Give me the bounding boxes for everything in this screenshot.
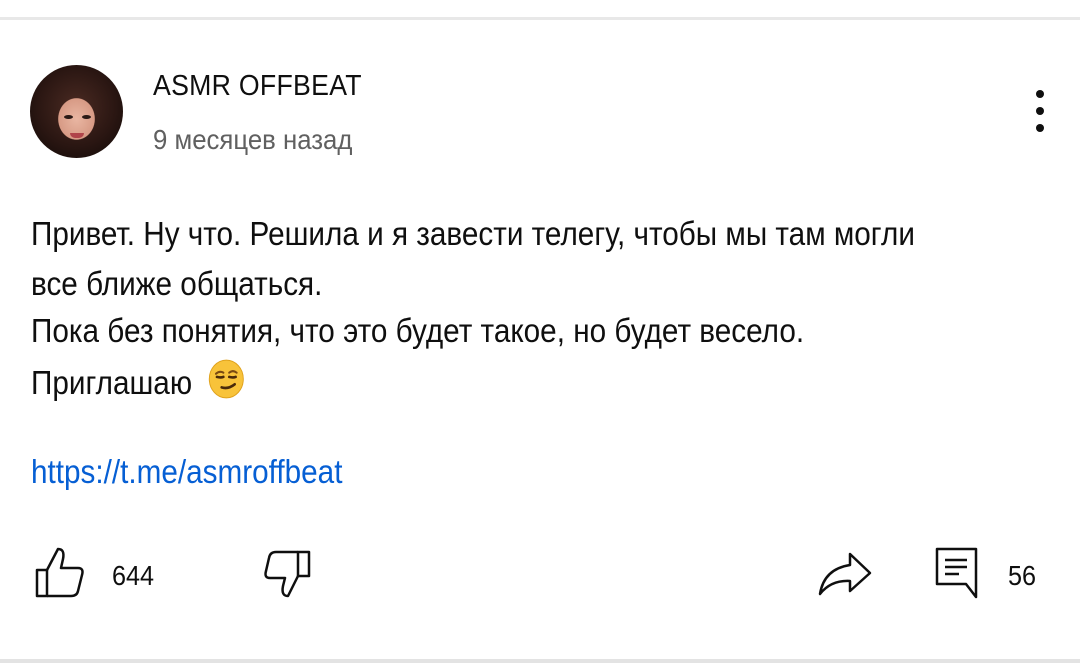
telegram-link[interactable]: https://t.me/asmroffbeat — [31, 452, 342, 492]
more-vert-icon[interactable] — [1026, 88, 1056, 138]
like-count: 644 — [112, 560, 155, 591]
comment-line-4: Приглашаю — [31, 358, 245, 403]
comment-line-4-text: Приглашаю — [31, 364, 193, 401]
comment-line-3: Пока без понятия, что это будет такое, н… — [31, 312, 805, 349]
comment-line-2: все ближе общаться. — [31, 265, 323, 302]
like-icon[interactable] — [34, 546, 86, 598]
avatar[interactable] — [30, 65, 123, 158]
comment-timestamp: 9 месяцев назад — [153, 124, 353, 155]
smirking-face-icon — [208, 359, 244, 399]
reply-count: 56 — [1008, 560, 1037, 591]
author-name[interactable]: ASMR OFFBEAT — [153, 70, 362, 103]
bottom-divider — [0, 659, 1080, 663]
dislike-icon[interactable] — [262, 549, 312, 599]
avatar-mouth — [70, 133, 84, 138]
reply-icon[interactable] — [934, 546, 980, 600]
share-icon[interactable] — [817, 550, 873, 598]
avatar-eye-left — [64, 115, 73, 119]
top-divider — [0, 17, 1080, 20]
comment-line-1: Привет. Ну что. Решила и я завести телег… — [31, 215, 915, 252]
avatar-eye-right — [82, 115, 91, 119]
